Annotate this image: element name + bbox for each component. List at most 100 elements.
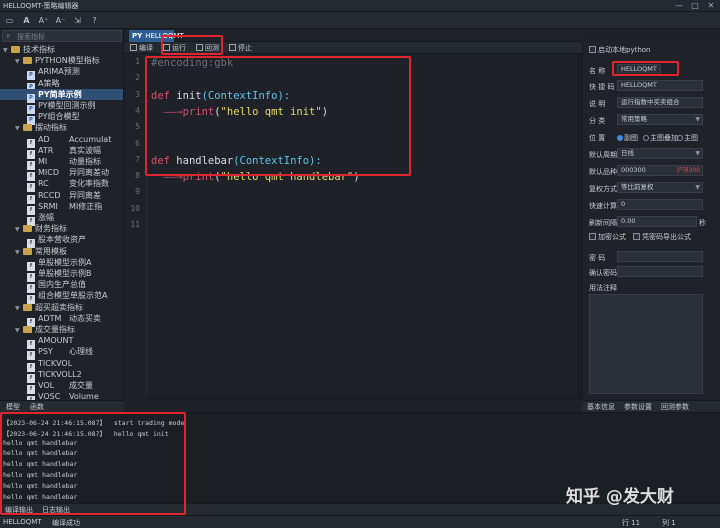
- run-button[interactable]: 运行: [163, 43, 186, 53]
- tree-item[interactable]: f 涨幅: [0, 212, 123, 226]
- font-bigger-icon[interactable]: A⁺: [37, 14, 50, 27]
- tree-folder[interactable]: ▼ 财务指标: [0, 223, 123, 234]
- category-select[interactable]: 常用策略 ▼: [617, 114, 703, 125]
- tab-backtest-params[interactable]: 回测参数: [661, 402, 689, 412]
- position-radio-overlay[interactable]: 主图叠加: [643, 133, 678, 143]
- refresh-field[interactable]: 0.00: [617, 216, 697, 227]
- close-button[interactable]: ✕: [704, 1, 718, 11]
- tree-label: PSY: [38, 347, 53, 357]
- tree-item[interactable]: P PY组合模型: [0, 111, 123, 126]
- code-token: def: [151, 154, 177, 167]
- stop-button[interactable]: 停止: [229, 43, 252, 53]
- search-box[interactable]: ⌕ 搜索指标: [2, 30, 122, 42]
- maximize-button[interactable]: □: [688, 1, 702, 11]
- encrypt-checkbox[interactable]: 加密公式: [589, 232, 626, 242]
- tree-item[interactable]: f RC 变化率指数: [0, 178, 123, 193]
- position-radio-sub[interactable]: 副图: [617, 133, 638, 143]
- status-bar: HELLOQMT 编译成功 行 11 列 1: [0, 515, 720, 528]
- tree-label: 涨幅: [38, 213, 54, 222]
- local-python-checkbox[interactable]: 启动本地python: [589, 45, 651, 55]
- search-input[interactable]: 搜索指标: [17, 32, 45, 42]
- tree-label: PY组合模型: [38, 112, 80, 122]
- tree-item[interactable]: f AD Accumulat: [0, 134, 123, 148]
- new-icon[interactable]: ▭: [3, 14, 16, 27]
- tree-label: SRMI: [38, 201, 58, 211]
- tree-item[interactable]: f 国内生产总值: [0, 279, 123, 294]
- period-select[interactable]: 日线 ▼: [617, 148, 703, 159]
- editor-horizontal-scrollbar[interactable]: [146, 396, 577, 400]
- window-title: HELLOQMT-策略编辑器: [3, 2, 79, 10]
- tree-folder[interactable]: ▼ 摆动指标: [0, 122, 123, 133]
- tab-basic-info[interactable]: 基本信息: [587, 402, 615, 412]
- tree-folder[interactable]: ▼ 成交量指标: [0, 324, 123, 335]
- tab-compile-output[interactable]: 编译输出: [5, 505, 33, 515]
- tab-param-settings[interactable]: 参数设置: [624, 402, 652, 412]
- output-line: hello qmt handlebar: [3, 438, 78, 447]
- tab-function[interactable]: 函数: [30, 402, 44, 412]
- code-line: def handlebar(ContextInfo):: [151, 153, 322, 169]
- export-checkbox[interactable]: 凭密码导出公式: [633, 232, 691, 242]
- tree-folder[interactable]: ▼ PYTHON模型指标: [0, 55, 123, 66]
- name-field[interactable]: HELLOQMT: [617, 64, 661, 75]
- tab-log-output[interactable]: 日志输出: [42, 505, 70, 515]
- tree-sublabel: Accumulat: [69, 134, 112, 144]
- tree-item[interactable]: f 单股模型示例A: [0, 257, 123, 271]
- bold-icon[interactable]: A: [20, 14, 33, 27]
- tree-folder[interactable]: ▼ 常用模板: [0, 246, 123, 257]
- tree-item[interactable]: f VOL 成交量: [0, 380, 123, 394]
- tree-item[interactable]: f AMOUNT: [0, 335, 123, 350]
- radio-icon: [643, 135, 649, 141]
- backtest-button[interactable]: 回测: [196, 43, 219, 53]
- tree-item[interactable]: P PY简单示例: [0, 88, 123, 103]
- radio-icon: [677, 135, 683, 141]
- tree-item[interactable]: P ARIMA预测: [0, 66, 123, 81]
- tree-item[interactable]: P A策略: [0, 78, 123, 92]
- position-radio-main[interactable]: 主图: [677, 133, 698, 143]
- indicator-tree-panel: ⌕ 搜索指标 ▼ 技术指标 ▼ PYTHON模型指标 P ARIMA预测 P A策略 P PY简单…: [0, 29, 124, 406]
- checkbox-icon: [589, 46, 596, 53]
- tree-item[interactable]: f TICKVOL: [0, 358, 123, 372]
- password-field[interactable]: [617, 251, 703, 262]
- fast-calc-field[interactable]: 0: [617, 199, 703, 210]
- tree-item[interactable]: f ADTM 动态买卖: [0, 313, 123, 327]
- line-number: 4: [135, 105, 140, 115]
- output-line: hello qmt handlebar: [3, 449, 78, 458]
- status-tag: HELLOQMT: [3, 518, 42, 526]
- minimize-button[interactable]: —: [672, 1, 686, 11]
- code-editor[interactable]: #encoding:gbk def init(ContextInfo): ——→p…: [146, 54, 582, 400]
- tree-item[interactable]: f RCCD 异同离差: [0, 190, 123, 204]
- tree-label: AMOUNT: [38, 336, 74, 346]
- tree-item[interactable]: f 组合模型单股示范A: [0, 290, 123, 305]
- refresh-unit: 秒: [699, 219, 706, 227]
- tree-item[interactable]: f 单股模型示例B: [0, 268, 123, 282]
- fast-calc-label: 快速计算: [589, 202, 617, 210]
- folder-icon: [23, 124, 32, 132]
- code-token: (ContextInfo):: [201, 89, 291, 102]
- tree-label: 股本营收资产: [38, 235, 86, 245]
- confirm-password-field[interactable]: [617, 266, 703, 277]
- code-token: #encoding:gbk: [151, 57, 234, 69]
- tree-item[interactable]: f SRMI MI修正指: [0, 201, 123, 215]
- abbr-field[interactable]: HELLOQMT: [617, 80, 703, 91]
- tab-helloqmt[interactable]: PY HELLOQMT: [129, 30, 184, 42]
- help-icon[interactable]: ?: [88, 14, 101, 27]
- tree-item[interactable]: f PSY 心理线: [0, 346, 123, 361]
- tree-folder[interactable]: ▼ 技术指标: [0, 44, 123, 55]
- desc-field[interactable]: 运行指数中买卖组合: [617, 97, 703, 108]
- tree-label: ATR: [38, 145, 54, 155]
- tree-item[interactable]: P PY模型回测示例: [0, 100, 123, 114]
- stock-field[interactable]: 000300 沪深300: [617, 165, 703, 176]
- tree-item[interactable]: f 股本营收资产: [0, 234, 123, 249]
- indent-icon[interactable]: ⇲: [71, 14, 84, 27]
- font-smaller-icon[interactable]: A⁻: [54, 14, 67, 27]
- tree-item[interactable]: f TICKVOLL2: [0, 369, 123, 383]
- code-token: "hello qmt handlebar": [220, 171, 354, 184]
- rights-select[interactable]: 等比前复权 ▼: [617, 182, 703, 193]
- tree-item[interactable]: f MI 动量指标: [0, 156, 123, 170]
- usage-note-field[interactable]: [589, 294, 703, 394]
- tab-model[interactable]: 模型: [6, 402, 20, 412]
- tree-folder[interactable]: ▼ 超买超卖指标: [0, 302, 123, 313]
- tree-item[interactable]: f MICD 异同离差动: [0, 167, 123, 182]
- tree-item[interactable]: f ATR 真实波幅: [0, 145, 123, 159]
- compile-button[interactable]: 编译: [130, 43, 153, 53]
